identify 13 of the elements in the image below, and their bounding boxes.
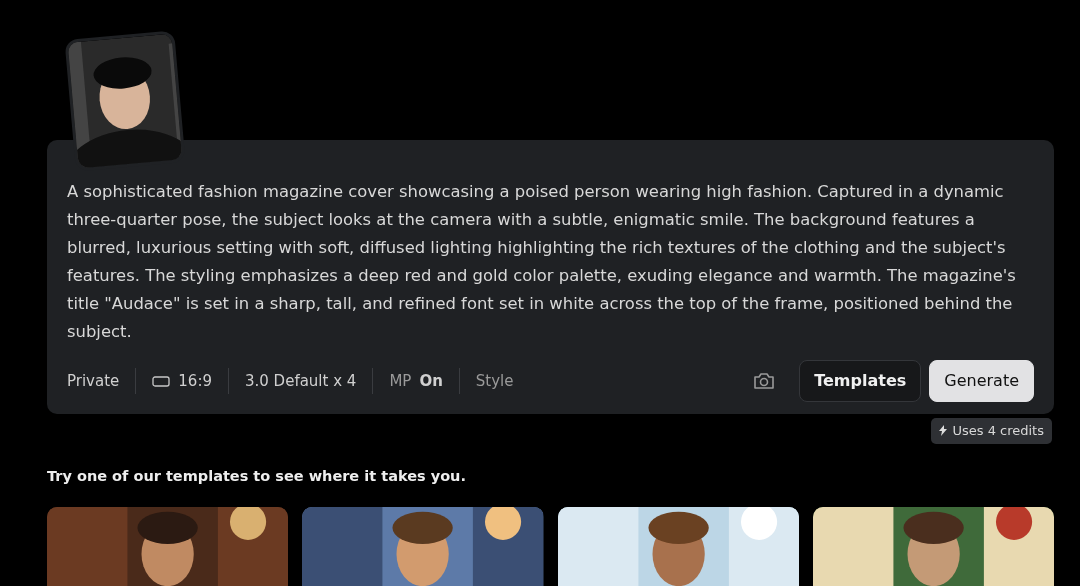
prompt-text[interactable]: A sophisticated fashion magazine cover showcasing a poised person wearing high fashion. Captured in a dynamic three-quarter pose, the subject looks at the camera with a subtle, enigmatic smile. The background features a blurred, luxurious setting with soft, diffused lighting highlighting the rich textures of the clothing and the subject's features. The styling emphasizes a deep red and gold color palette, exuding elegance and warmth. The magazine's title "Audace" is set in a sharp, tall, and refined font set in white across the top of the frame, positioned behind the subject. (67, 178, 1034, 346)
credits-tooltip: Uses 4 credits (931, 418, 1052, 444)
toggle-option[interactable]: MP On (373, 369, 459, 393)
camera-icon[interactable] (753, 371, 776, 391)
templates-heading: Try one of our templates to see where it takes you. (47, 466, 467, 486)
ratio-icon (152, 375, 171, 387)
setting-option[interactable]: Private (67, 369, 136, 393)
style-option[interactable]: Style (459, 369, 530, 393)
lightning-icon (939, 425, 948, 437)
setting-option[interactable]: 3.0 Default x 4 (229, 369, 373, 393)
generate-button[interactable]: Generate (929, 360, 1034, 402)
templates-button[interactable]: Templates (799, 360, 922, 402)
aspect-ratio-option[interactable]: 16:9 (136, 369, 228, 393)
